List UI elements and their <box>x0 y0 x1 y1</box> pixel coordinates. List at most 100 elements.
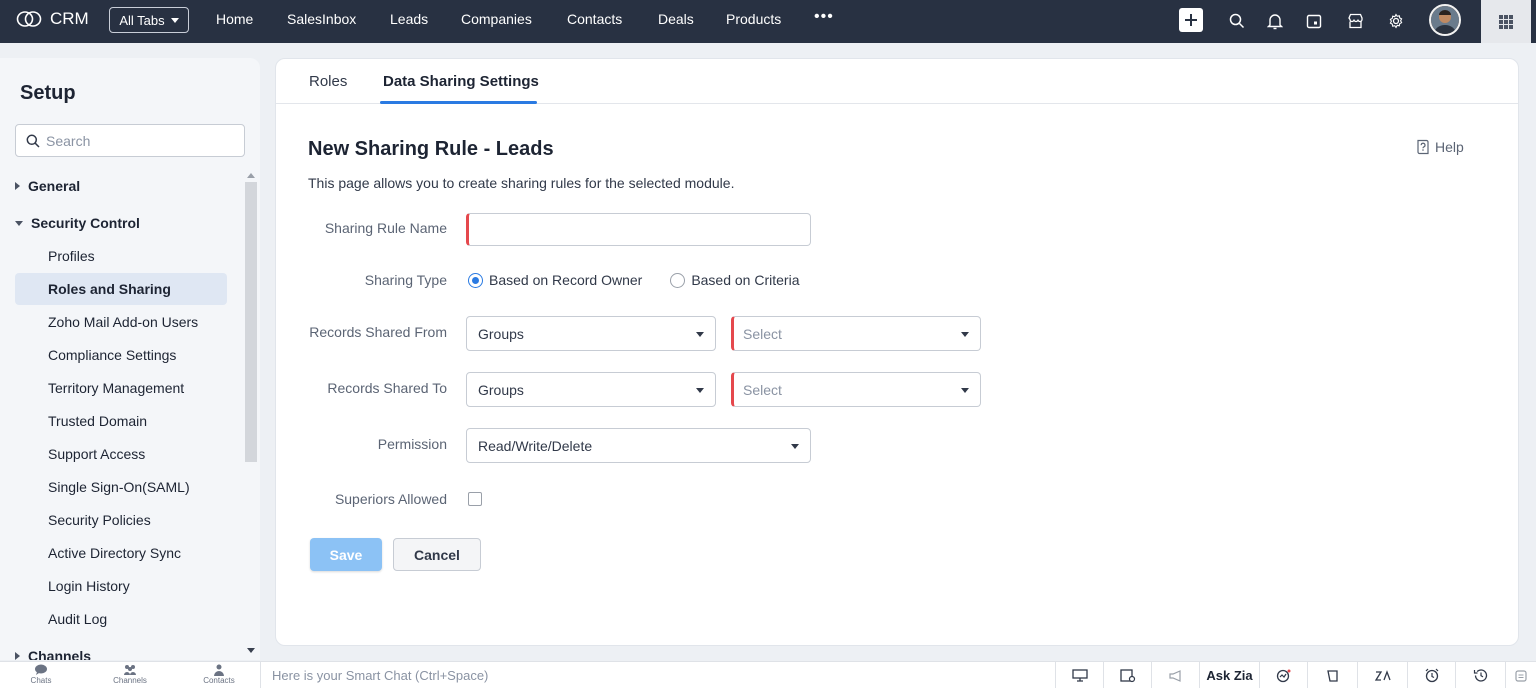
apps-grid-button[interactable] <box>1481 0 1531 43</box>
group-security-control[interactable]: Security Control <box>15 215 140 231</box>
scroll-down-arrow-icon[interactable] <box>247 648 255 653</box>
sharing-type-group: Based on Record Owner Based on Criteria <box>468 272 799 288</box>
help-link[interactable]: Help <box>1415 138 1464 155</box>
main-panel: Roles Data Sharing Settings Help New Sha… <box>275 58 1519 646</box>
sidebar-item-territory-management[interactable]: Territory Management <box>15 372 227 404</box>
setup-sidebar: Setup General Security Control Profiles … <box>0 58 260 660</box>
sharing-rule-name-input[interactable] <box>469 214 810 245</box>
sidebar-scrollbar[interactable] <box>244 170 258 660</box>
sidebar-item-compliance-settings[interactable]: Compliance Settings <box>15 339 227 371</box>
group-channels[interactable]: Channels <box>15 648 91 660</box>
bottom-screen-share-button[interactable] <box>1055 662 1103 688</box>
bottom-contacts[interactable]: Contacts <box>189 664 249 685</box>
bottom-channels[interactable]: Channels <box>100 664 160 685</box>
sharing-rule-name-label: Sharing Rule Name <box>324 220 447 236</box>
nav-deals[interactable]: Deals <box>658 11 694 27</box>
bell-icon <box>1267 13 1283 29</box>
search-icon <box>26 134 40 148</box>
radio-dot <box>472 276 479 284</box>
bottom-chats[interactable]: Chats <box>11 664 71 685</box>
nav-home[interactable]: Home <box>216 11 253 27</box>
nav-salesinbox[interactable]: SalesInbox <box>287 11 356 27</box>
sharing-rule-name-field[interactable] <box>466 213 811 246</box>
all-tabs-dropdown[interactable]: All Tabs <box>109 7 189 33</box>
group-general[interactable]: General <box>15 178 80 194</box>
superiors-allowed-label: Superiors Allowed <box>334 491 447 507</box>
sidebar-item-profiles[interactable]: Profiles <box>15 240 227 272</box>
search-input[interactable] <box>46 132 226 149</box>
sidebar-item-login-history[interactable]: Login History <box>15 570 227 602</box>
sidebar-item-active-directory-sync[interactable]: Active Directory Sync <box>15 537 227 569</box>
nav-companies[interactable]: Companies <box>461 11 532 27</box>
quick-create-button[interactable] <box>1179 8 1203 32</box>
search-button[interactable] <box>1226 10 1248 32</box>
brand-name: CRM <box>50 9 89 28</box>
radio-criteria-label[interactable]: Based on Criteria <box>691 272 799 288</box>
sharing-type-label: Sharing Type <box>364 272 447 288</box>
permission-label: Permission <box>377 436 447 452</box>
settings-tabs: Roles Data Sharing Settings <box>276 59 1518 104</box>
sidebar-item-label: Active Directory Sync <box>48 545 182 561</box>
tab-roles[interactable]: Roles <box>309 73 347 90</box>
marketplace-button[interactable] <box>1344 10 1366 32</box>
shared-to-type-value: Groups <box>478 381 524 398</box>
sidebar-item-label: Trusted Domain <box>48 413 148 429</box>
brand[interactable]: CRM <box>16 9 89 29</box>
chevron-down-icon <box>170 17 179 23</box>
radio-record-owner-label[interactable]: Based on Record Owner <box>489 272 642 288</box>
smart-chat-input[interactable]: Here is your Smart Chat (Ctrl+Space) <box>260 662 1055 688</box>
group-channels-label: Channels <box>28 648 92 660</box>
sidebar-item-support-access[interactable]: Support Access <box>15 438 227 470</box>
scrollbar-thumb[interactable] <box>245 182 257 462</box>
nav-leads[interactable]: Leads <box>390 11 428 27</box>
ask-zia-button[interactable]: Ask Zia <box>1199 662 1259 688</box>
sidebar-item-audit-log[interactable]: Audit Log <box>15 603 227 635</box>
calendar-button[interactable] <box>1303 10 1325 32</box>
chevron-down-icon <box>696 332 704 337</box>
shared-from-value-select[interactable]: Select <box>731 316 981 351</box>
sidebar-item-zoho-mail-addon-users[interactable]: Zoho Mail Add-on Users <box>15 306 227 338</box>
notifications-button[interactable] <box>1264 10 1286 32</box>
cancel-button[interactable]: Cancel <box>393 538 481 571</box>
shared-to-value-placeholder: Select <box>743 381 782 398</box>
setup-button[interactable] <box>1385 10 1407 32</box>
active-tab-indicator <box>380 101 537 104</box>
radio-criteria[interactable] <box>670 272 686 288</box>
superiors-allowed-checkbox[interactable] <box>468 492 482 506</box>
calendar-icon <box>1306 14 1322 29</box>
megaphone-icon <box>1168 669 1181 682</box>
save-button[interactable]: Save <box>310 538 382 571</box>
bottom-channels-label: Channels <box>113 676 147 685</box>
sidebar-search[interactable] <box>15 124 245 157</box>
plus-icon <box>1185 14 1197 26</box>
bottom-zia-insights-button[interactable] <box>1259 662 1307 688</box>
bottom-recent-button[interactable] <box>1455 662 1505 688</box>
shared-from-type-select[interactable]: Groups <box>466 316 716 351</box>
chat-bubble-icon <box>35 664 47 675</box>
all-tabs-label: All Tabs <box>119 12 165 28</box>
sidebar-item-trusted-domain[interactable]: Trusted Domain <box>15 405 227 437</box>
shared-to-value-select[interactable]: Select <box>731 372 981 407</box>
nav-contacts[interactable]: Contacts <box>567 11 622 27</box>
sidebar-item-roles-and-sharing[interactable]: Roles and Sharing <box>15 273 227 305</box>
sidebar-item-single-sign-on[interactable]: Single Sign-On(SAML) <box>15 471 227 503</box>
bottom-alarm-button[interactable] <box>1407 662 1455 688</box>
records-shared-from-label: Records Shared From <box>309 324 447 340</box>
bottom-tasks-button[interactable] <box>1307 662 1357 688</box>
contact-person-icon <box>214 664 224 676</box>
nav-products[interactable]: Products <box>726 11 781 27</box>
bottom-more-button[interactable] <box>1505 662 1536 688</box>
bottom-zia-button[interactable] <box>1357 662 1407 688</box>
avatar[interactable] <box>1429 4 1461 36</box>
bottom-record-button[interactable] <box>1103 662 1151 688</box>
chevron-down-icon <box>696 388 704 393</box>
radio-record-owner[interactable] <box>468 272 483 288</box>
tab-data-sharing-settings[interactable]: Data Sharing Settings <box>383 73 539 90</box>
bottom-announcement-button[interactable] <box>1151 662 1199 688</box>
sidebar-item-security-policies[interactable]: Security Policies <box>15 504 227 536</box>
more-tabs-button[interactable]: ••• <box>814 8 834 26</box>
shared-to-type-select[interactable]: Groups <box>466 372 716 407</box>
permission-select[interactable]: Read/Write/Delete <box>466 428 811 463</box>
scroll-up-arrow-icon[interactable] <box>247 173 255 178</box>
bottom-chats-label: Chats <box>30 676 52 685</box>
